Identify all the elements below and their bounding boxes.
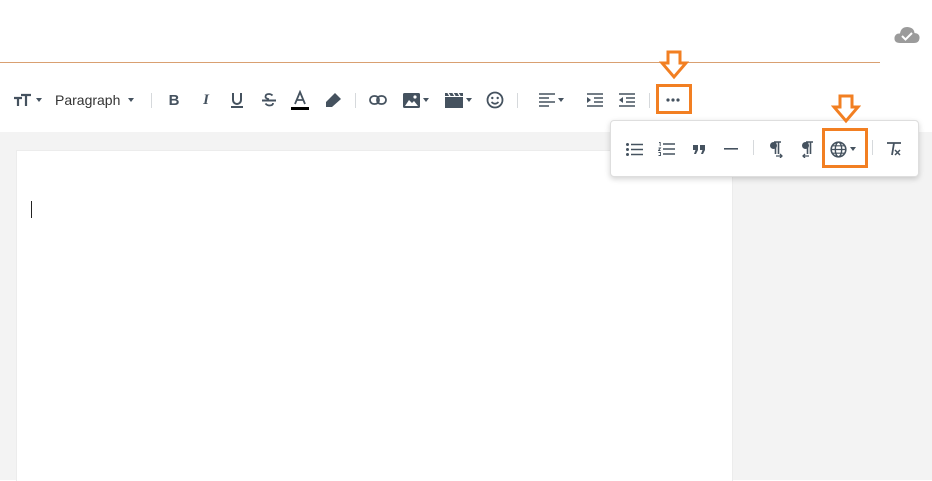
numbered-list-icon: [657, 142, 675, 156]
cloud-saved-icon: [893, 24, 921, 48]
chevron-down-icon: [465, 98, 472, 102]
font-size-icon: [13, 93, 33, 107]
highlighter-icon: [324, 92, 342, 108]
italic-icon: I: [203, 91, 209, 108]
underline-icon: [230, 92, 244, 108]
toolbar-divider: [151, 93, 152, 108]
bold-button[interactable]: B: [164, 87, 184, 113]
horizontal-line-icon: [724, 148, 738, 150]
bold-icon: B: [168, 91, 180, 109]
text-color-icon: [291, 90, 309, 110]
toolbar-divider: [872, 140, 873, 155]
align-button[interactable]: [535, 87, 567, 113]
quote-icon: [692, 144, 706, 154]
document-page[interactable]: [16, 150, 733, 481]
chevron-down-icon: [128, 98, 135, 102]
video-icon: [444, 92, 463, 108]
indent-button[interactable]: [585, 87, 605, 113]
outdent-icon: [619, 93, 635, 107]
rtl-icon: [801, 140, 816, 158]
strikethrough-icon: [261, 92, 277, 108]
chevron-down-icon: [423, 98, 429, 102]
clear-format-icon: [886, 142, 902, 156]
underline-button[interactable]: [227, 87, 247, 113]
arrow-down-icon: [658, 50, 690, 85]
highlight-button[interactable]: [322, 87, 344, 113]
horizontal-line-button[interactable]: [720, 136, 742, 162]
emoji-icon: [486, 91, 504, 109]
ltr-icon: [769, 140, 784, 158]
toolbar-divider: [355, 93, 356, 108]
link-button[interactable]: [367, 87, 389, 113]
chevron-down-icon: [557, 98, 564, 102]
bulleted-list-icon: [625, 142, 643, 156]
more-options-popup: [610, 120, 919, 177]
outdent-button[interactable]: [617, 87, 637, 113]
title-area[interactable]: [0, 0, 880, 62]
image-button[interactable]: [400, 87, 432, 113]
emoji-button[interactable]: [484, 87, 506, 113]
clear-format-button[interactable]: [883, 136, 905, 162]
font-size-button[interactable]: [12, 87, 42, 113]
align-left-icon: [538, 93, 555, 107]
toolbar-divider: [753, 140, 754, 155]
arrow-down-icon: [830, 94, 862, 129]
chevron-down-icon: [35, 98, 42, 102]
more-button-highlight: [656, 84, 692, 114]
italic-button[interactable]: I: [196, 87, 216, 113]
paragraph-style-select[interactable]: Paragraph: [55, 87, 139, 113]
bulleted-list-button[interactable]: [623, 136, 645, 162]
editor-toolbar: Paragraph B I: [0, 76, 932, 126]
indent-icon: [587, 93, 603, 107]
image-icon: [403, 92, 420, 108]
text-color-button[interactable]: [289, 87, 311, 113]
strikethrough-button[interactable]: [259, 87, 279, 113]
toolbar-divider: [649, 93, 650, 108]
quote-button[interactable]: [688, 136, 710, 162]
text-cursor: [31, 201, 32, 218]
language-button-highlight: [822, 128, 868, 168]
toolbar-divider: [517, 93, 518, 108]
title-underline: [0, 62, 880, 63]
numbered-list-button[interactable]: [655, 136, 677, 162]
ltr-button[interactable]: [765, 136, 787, 162]
paragraph-label: Paragraph: [55, 92, 121, 108]
video-button[interactable]: [442, 87, 474, 113]
rtl-button[interactable]: [797, 136, 819, 162]
link-icon: [369, 95, 387, 105]
